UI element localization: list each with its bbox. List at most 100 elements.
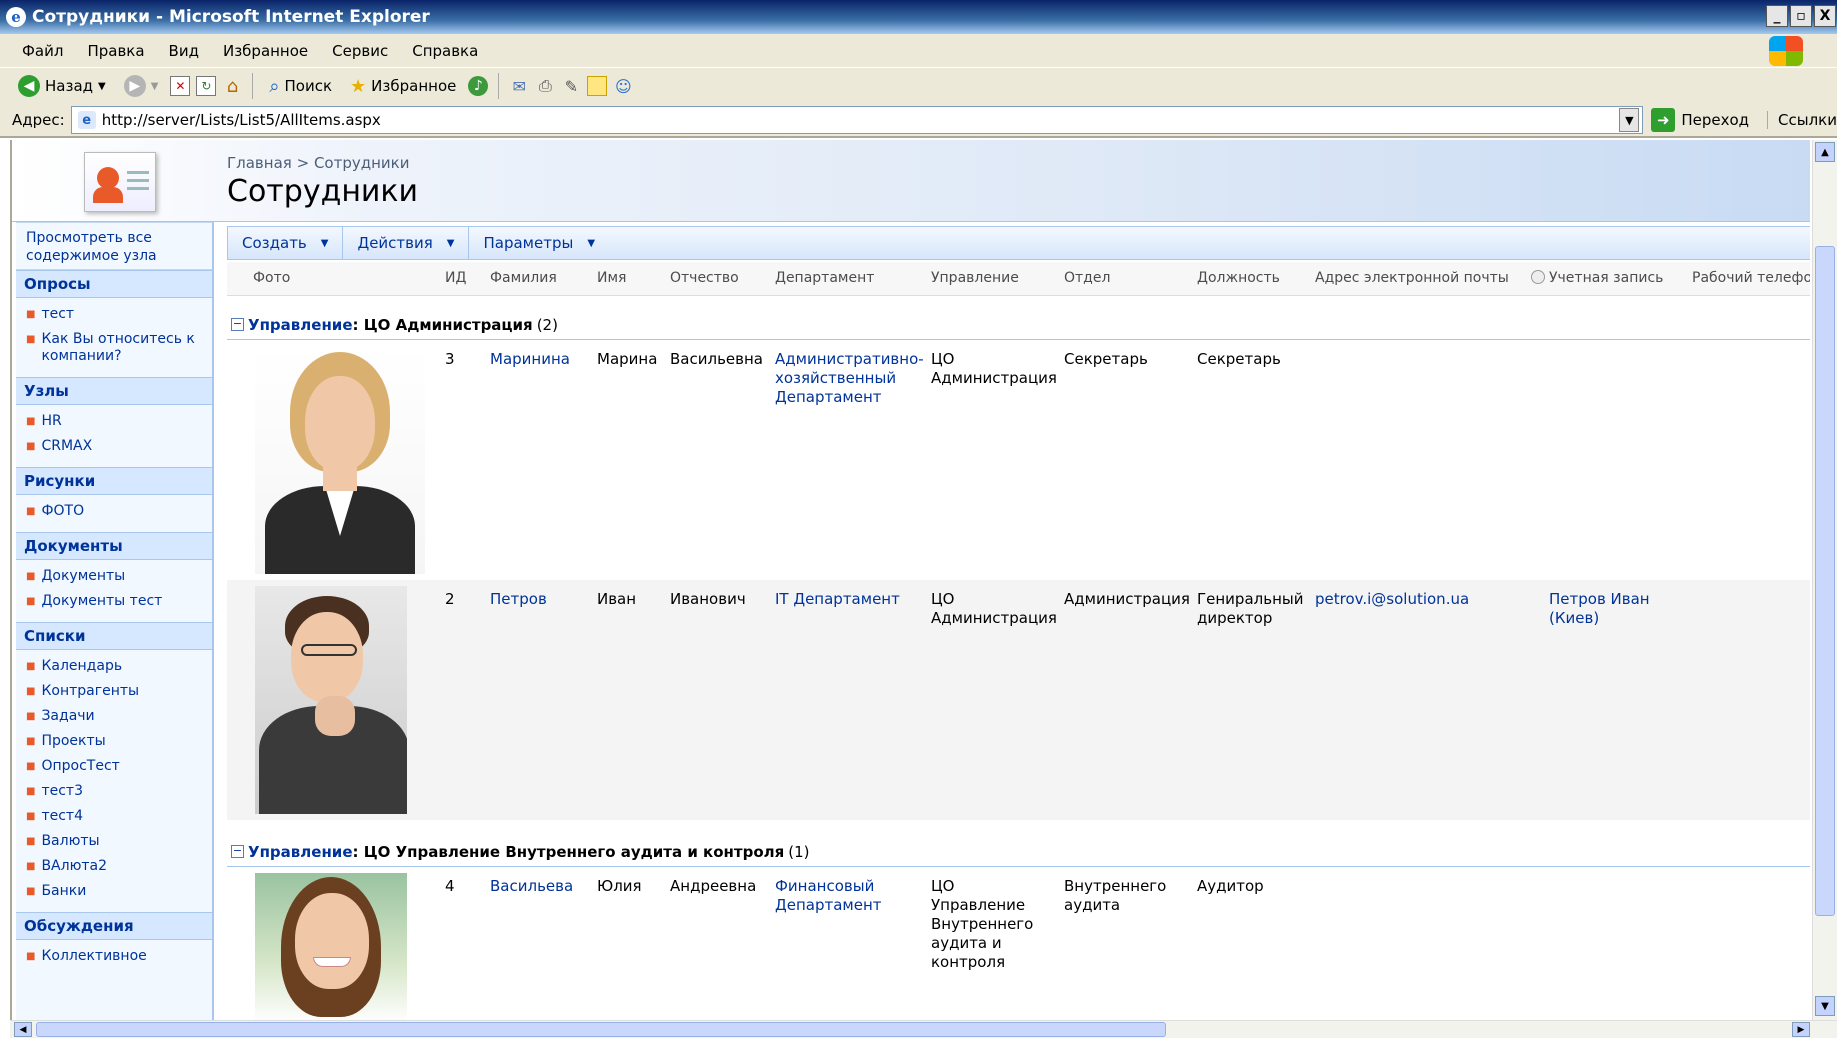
nav-item[interactable]: ■ Валюты: [16, 829, 212, 854]
address-label: Адрес:: [12, 111, 65, 129]
scroll-up-icon[interactable]: ▲: [1815, 142, 1835, 162]
chevron-down-icon[interactable]: ▼: [151, 81, 159, 92]
menu-tools[interactable]: Сервис: [332, 42, 388, 60]
quick-launch: Просмотреть все содержимое узла Опросы ■…: [16, 222, 214, 1020]
menu-favorites[interactable]: Избранное: [223, 42, 308, 60]
menu-edit[interactable]: Правка: [87, 42, 144, 60]
menu-view[interactable]: Вид: [169, 42, 199, 60]
nav-section-surveys[interactable]: Опросы: [16, 270, 212, 298]
cell-email[interactable]: petrov.i@solution.ua: [1315, 590, 1469, 609]
chevron-down-icon[interactable]: ▼: [98, 81, 106, 92]
collapse-icon[interactable]: −: [231, 318, 244, 331]
col-email[interactable]: Адрес электронной почты: [1315, 270, 1509, 286]
nav-section-sites[interactable]: Узлы: [16, 377, 212, 405]
nav-item-label: CRMAX: [41, 438, 93, 454]
nav-item[interactable]: ■ Как Вы относитесь к компании?: [16, 327, 212, 369]
refresh-icon[interactable]: ↻: [196, 76, 217, 96]
scrollbar-thumb[interactable]: [36, 1022, 1166, 1037]
menu-help[interactable]: Справка: [412, 42, 478, 60]
nav-item[interactable]: ■ ОпросТест: [16, 754, 212, 779]
col-photo[interactable]: Фото: [253, 270, 290, 286]
address-input[interactable]: e http://server/Lists/List5/AllItems.asp…: [70, 106, 1644, 134]
cell-department[interactable]: IT Департамент: [775, 590, 915, 609]
actions-menu-button[interactable]: Действия ▼: [343, 227, 470, 259]
nav-item[interactable]: ■ Документы тест: [16, 589, 212, 614]
col-unit[interactable]: Отдел: [1064, 270, 1110, 286]
cell-last-name[interactable]: Петров: [490, 590, 547, 609]
discuss-icon[interactable]: [587, 76, 608, 96]
messenger-icon[interactable]: ☺: [613, 76, 633, 96]
nav-item[interactable]: ■ Проекты: [16, 729, 212, 754]
maximize-button[interactable]: ▫: [1790, 5, 1812, 27]
stop-icon[interactable]: ✕: [170, 76, 191, 96]
col-department[interactable]: Департамент: [775, 270, 874, 286]
scroll-right-icon[interactable]: ▶: [1792, 1022, 1810, 1037]
group-label[interactable]: Управление: [248, 843, 353, 861]
group-label[interactable]: Управление: [248, 316, 353, 334]
address-dropdown[interactable]: ▼: [1619, 108, 1640, 132]
nav-item[interactable]: ■ Документы: [16, 564, 212, 589]
cell-last-name[interactable]: Маринина: [490, 350, 570, 369]
nav-item[interactable]: ■ ФОТО: [16, 499, 212, 524]
cell-account[interactable]: Петров Иван (Киев): [1549, 590, 1669, 628]
links-button[interactable]: Ссылки: [1767, 111, 1837, 129]
view-all-content-link[interactable]: Просмотреть все содержимое узла: [16, 222, 212, 270]
mail-icon[interactable]: ✉: [509, 76, 529, 96]
nav-item[interactable]: ■ тест4: [16, 804, 212, 829]
nav-item-label: тест4: [41, 808, 83, 824]
media-icon[interactable]: ♪: [468, 76, 489, 96]
scroll-down-icon[interactable]: ▼: [1815, 996, 1835, 1016]
breadcrumb-current[interactable]: Сотрудники: [314, 154, 410, 172]
nav-section-pictures[interactable]: Рисунки: [16, 467, 212, 495]
nav-item[interactable]: ■ CRMAX: [16, 434, 212, 459]
settings-menu-button[interactable]: Параметры ▼: [469, 227, 609, 259]
print-icon[interactable]: ⎙: [535, 76, 555, 96]
nav-item[interactable]: ■ Банки: [16, 879, 212, 904]
col-position[interactable]: Должность: [1197, 270, 1280, 286]
scrollbar-thumb[interactable]: [1815, 246, 1835, 916]
cell-last-name[interactable]: Васильева: [490, 877, 573, 896]
col-last-name[interactable]: Фамилия: [490, 270, 557, 286]
table-row: 4 Васильева Юлия Андреевна Финансовый Де…: [227, 867, 1810, 1020]
nav-section-lists[interactable]: Списки: [16, 622, 212, 650]
nav-section-documents[interactable]: Документы: [16, 532, 212, 560]
col-id[interactable]: ИД: [445, 270, 466, 286]
nav-item[interactable]: ■ Задачи: [16, 704, 212, 729]
minimize-button[interactable]: _: [1766, 5, 1788, 27]
col-middle-name[interactable]: Отчество: [670, 270, 739, 286]
site-logo-icon[interactable]: [84, 152, 156, 212]
nav-item[interactable]: ■ Календарь: [16, 654, 212, 679]
close-button[interactable]: X: [1814, 5, 1836, 27]
nav-item[interactable]: ■ ВАлюта2: [16, 854, 212, 879]
nav-item[interactable]: ■ HR: [16, 409, 212, 434]
forward-button[interactable]: ▶ ▼: [118, 71, 165, 101]
col-first-name[interactable]: Имя: [597, 270, 626, 286]
col-account[interactable]: Учетная запись: [1531, 270, 1663, 286]
search-icon: ⌕: [269, 75, 280, 97]
horizontal-scrollbar[interactable]: ◀ ▶: [10, 1020, 1837, 1038]
breadcrumb-home[interactable]: Главная: [227, 154, 292, 172]
vertical-scrollbar[interactable]: ▲ ▼: [1812, 140, 1837, 1020]
scroll-left-icon[interactable]: ◀: [14, 1022, 32, 1037]
nav-item[interactable]: ■ Коллективное: [16, 944, 212, 969]
col-management[interactable]: Управление: [931, 270, 1019, 286]
nav-item[interactable]: ■ тест3: [16, 779, 212, 804]
collapse-icon[interactable]: −: [231, 845, 244, 858]
home-icon[interactable]: ⌂: [222, 76, 242, 97]
go-button[interactable]: ➜ Переход: [1651, 108, 1749, 132]
cell-id: 4: [445, 877, 455, 895]
edit-icon[interactable]: ✎: [561, 76, 581, 96]
nav-section-discussions[interactable]: Обсуждения: [16, 912, 212, 940]
group-header: − Управление : ЦО Администрация (2): [227, 310, 1810, 340]
cell-department[interactable]: Административно-хозяйственный Департамен…: [775, 350, 924, 407]
nav-item[interactable]: ■ тест: [16, 302, 212, 327]
col-phone[interactable]: Рабочий телефон: [1692, 270, 1810, 286]
menu-file[interactable]: Файл: [22, 42, 63, 60]
cell-department[interactable]: Финансовый Департамент: [775, 877, 895, 915]
back-button[interactable]: ◀ Назад ▼: [12, 71, 112, 101]
favorites-button[interactable]: ★ Избранное: [344, 71, 462, 101]
table-row: 2 Петров Иван Иванович IT Департамент ЦО…: [227, 580, 1810, 820]
search-button[interactable]: ⌕ Поиск: [263, 71, 338, 101]
nav-item[interactable]: ■ Контрагенты: [16, 679, 212, 704]
new-menu-button[interactable]: Создать ▼: [228, 227, 344, 259]
